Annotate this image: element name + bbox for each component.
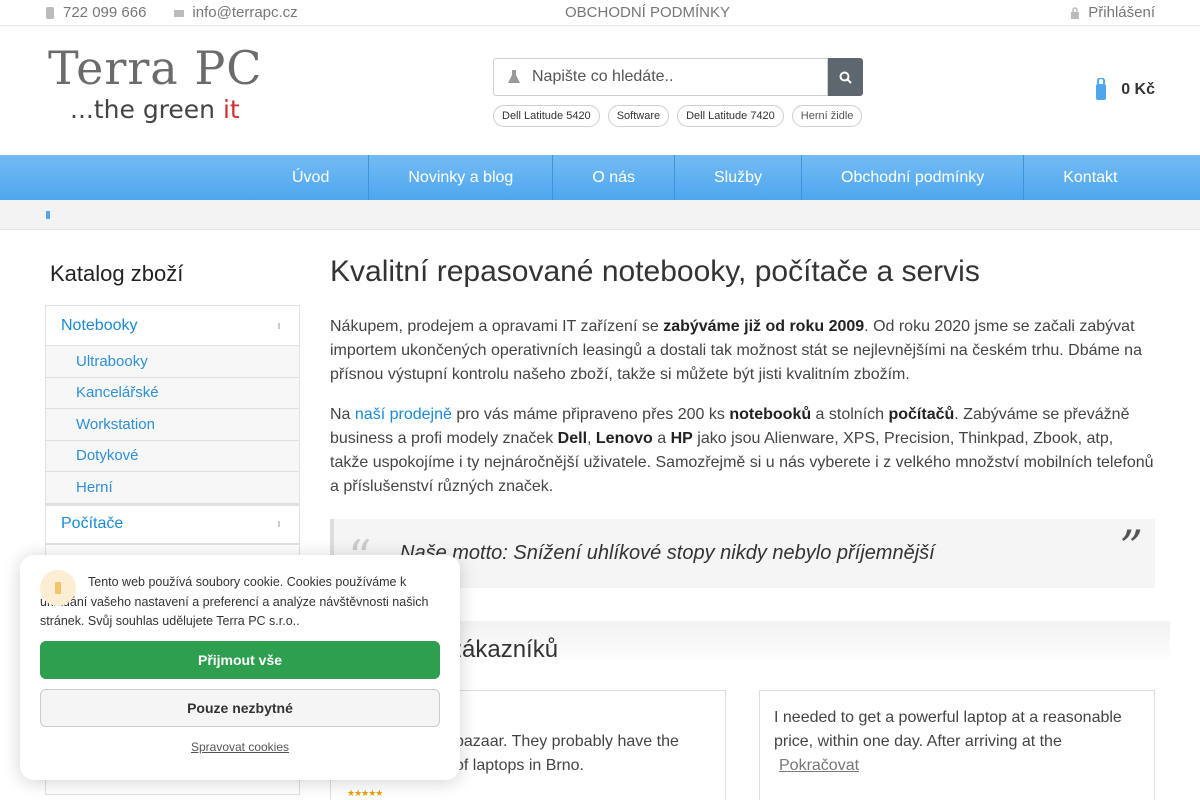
phone-link[interactable]: 722 099 666 — [45, 4, 146, 21]
cart-total: 0 Kč — [1121, 81, 1155, 98]
category-notebooky-header[interactable]: Notebooky — [46, 306, 299, 346]
tag-dell-5420[interactable]: Dell Latitude 5420 — [493, 105, 600, 127]
tag-software[interactable]: Software — [607, 105, 670, 127]
tag-dell-7420[interactable]: Dell Latitude 7420 — [677, 105, 784, 127]
subcategory-herni[interactable]: Herní — [46, 472, 299, 504]
cookie-glyph-icon — [55, 582, 61, 594]
nav-uvod[interactable]: Úvod — [253, 155, 370, 200]
accept-all-button[interactable]: Přijmout vše — [40, 640, 440, 679]
nav-sluzby[interactable]: Služby — [675, 155, 803, 200]
search-icon — [839, 71, 852, 84]
subcategory-dotykove[interactable]: Dotykové — [46, 440, 299, 472]
nav-blog[interactable]: Novinky a blog — [369, 155, 554, 200]
logo-sub: ...the green it — [70, 95, 240, 124]
nav-o-nas[interactable]: O nás — [553, 155, 675, 200]
search-tags: Dell Latitude 5420 Software Dell Latitud… — [493, 105, 863, 127]
reviews-title: zákazníků — [450, 636, 559, 663]
category-pocitace-header[interactable]: Počítače — [46, 503, 299, 544]
read-more-link[interactable]: Pokračovat — [779, 757, 859, 774]
subcategory-ultrabooky[interactable]: Ultrabooky — [46, 346, 299, 378]
main-nav: Úvod Novinky a blog O nás Služby Obchodn… — [0, 155, 1200, 200]
lock-icon — [1071, 6, 1080, 19]
cookie-banner: Tento web používá soubory cookie. Cookie… — [20, 555, 460, 780]
manage-cookies-link[interactable]: Spravovat cookies — [40, 740, 440, 754]
store-paragraph: Na naší prodejně pro vás máme připraveno… — [330, 406, 1154, 495]
quote-close-icon: ” — [1119, 520, 1143, 574]
store-link[interactable]: naší prodejně — [355, 406, 452, 423]
necessary-only-button[interactable]: Pouze nezbytné — [40, 688, 440, 727]
flask-icon — [508, 70, 520, 83]
search-button[interactable] — [828, 58, 863, 96]
star-rating: ★★★★★ — [347, 788, 383, 798]
cart[interactable]: 0 Kč — [1095, 78, 1155, 102]
logo-main: Terra PC — [48, 41, 263, 95]
main-content: Kvalitní repasované notebooky, počítače … — [330, 255, 1155, 588]
cart-icon — [1096, 78, 1107, 100]
nav-obchodni-podminky[interactable]: Obchodní podmínky — [802, 155, 1025, 200]
home-icon[interactable] — [45, 210, 51, 220]
page-title: Kvalitní repasované notebooky, počítače … — [330, 255, 980, 288]
search-input[interactable]: Napište co hledáte.. — [493, 58, 828, 96]
subcategory-workstation[interactable]: Workstation — [46, 409, 299, 441]
catalog-title: Katalog zboží — [50, 261, 184, 286]
header: Terra PC ...the green it Napište co hled… — [0, 26, 1200, 155]
cookie-text: Tento web používá soubory cookie. Cookie… — [40, 575, 429, 628]
search-form: Napište co hledáte.. — [493, 58, 863, 96]
email-link[interactable]: info@terrapc.cz — [174, 4, 298, 21]
cookie-icon — [40, 570, 76, 606]
subcategory-kancelarske[interactable]: Kancelářské — [46, 377, 299, 409]
tag-herni-zidle[interactable]: Herní židle — [791, 105, 863, 127]
envelope-icon — [174, 9, 185, 17]
chevron-icon — [278, 322, 280, 329]
phone-icon — [46, 6, 54, 19]
login-link[interactable]: Přihlášení — [1070, 4, 1155, 21]
intro-paragraph: Nákupem, prodejem a opravami IT zařízení… — [330, 318, 1142, 383]
breadcrumb — [0, 200, 1200, 230]
review-card-2: I needed to get a powerful laptop at a r… — [759, 690, 1155, 800]
nav-kontakt[interactable]: Kontakt — [1024, 155, 1156, 200]
logo[interactable]: Terra PC ...the green it — [48, 43, 263, 138]
chevron-icon — [278, 521, 280, 527]
top-bar: 722 099 666 info@terrapc.cz OBCHODNÍ POD… — [0, 0, 1200, 26]
terms-link[interactable]: OBCHODNÍ PODMÍNKY — [565, 4, 730, 21]
category-notebooky: Notebooky Ultrabooky Kancelářské Worksta… — [45, 305, 300, 545]
